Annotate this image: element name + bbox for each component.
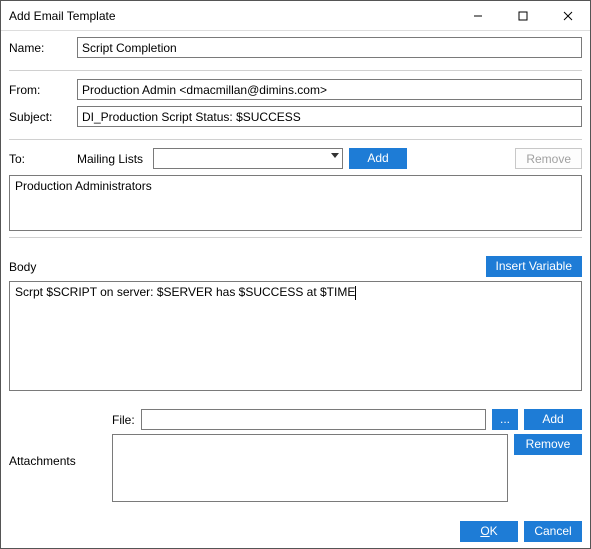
add-mailing-button[interactable]: Add <box>349 148 407 169</box>
separator-2 <box>9 139 582 140</box>
body-header: Body Insert Variable <box>9 256 582 277</box>
add-file-button[interactable]: Add <box>524 409 582 430</box>
browse-button[interactable]: ... <box>492 409 518 430</box>
body-content: Scrpt $SCRIPT on server: $SERVER has $SU… <box>15 285 355 299</box>
separator-3 <box>9 237 582 238</box>
window-controls <box>455 1 590 30</box>
attachments-label: Attachments <box>9 434 112 502</box>
list-item[interactable]: Production Administrators <box>15 179 576 193</box>
attachments-listbox[interactable] <box>112 434 508 502</box>
body-textarea[interactable]: Scrpt $SCRIPT on server: $SERVER has $SU… <box>9 281 582 391</box>
cancel-button[interactable]: Cancel <box>524 521 582 542</box>
titlebar: Add Email Template <box>1 1 590 31</box>
file-label: File: <box>112 413 135 427</box>
window-title: Add Email Template <box>9 9 455 23</box>
subject-row: Subject: <box>9 106 582 127</box>
dialog-footer: OK Cancel <box>1 515 590 548</box>
minimize-icon <box>473 11 483 21</box>
name-label: Name: <box>9 41 77 55</box>
dialog-window: Add Email Template Name: From: <box>0 0 591 549</box>
ok-underline: O <box>480 524 489 538</box>
to-row: To: Mailing Lists Add Remove <box>9 148 582 169</box>
insert-variable-button[interactable]: Insert Variable <box>486 256 582 277</box>
mailing-lists-label: Mailing Lists <box>77 152 147 166</box>
chevron-down-icon <box>331 153 339 158</box>
ok-button[interactable]: OK <box>460 521 518 542</box>
close-button[interactable] <box>545 1 590 30</box>
text-caret <box>355 286 356 300</box>
body-label: Body <box>9 260 36 274</box>
from-label: From: <box>9 83 77 97</box>
minimize-button[interactable] <box>455 1 500 30</box>
mailing-list-combobox[interactable] <box>153 148 343 169</box>
attachments-row: Attachments Remove <box>9 434 582 502</box>
from-row: From: <box>9 79 582 100</box>
name-input[interactable] <box>77 37 582 58</box>
remove-file-button[interactable]: Remove <box>514 434 582 455</box>
file-row: File: ... Add <box>112 409 582 430</box>
dialog-body: Name: From: Subject: To: Mailing Lists <box>1 31 590 515</box>
from-input[interactable] <box>77 79 582 100</box>
maximize-button[interactable] <box>500 1 545 30</box>
separator-1 <box>9 70 582 71</box>
subject-label: Subject: <box>9 110 77 124</box>
to-listbox[interactable]: Production Administrators <box>9 175 582 231</box>
name-row: Name: <box>9 37 582 58</box>
to-label: To: <box>9 152 77 166</box>
subject-input[interactable] <box>77 106 582 127</box>
remove-mailing-button: Remove <box>515 148 582 169</box>
file-input[interactable] <box>141 409 486 430</box>
maximize-icon <box>518 11 528 21</box>
close-icon <box>563 11 573 21</box>
